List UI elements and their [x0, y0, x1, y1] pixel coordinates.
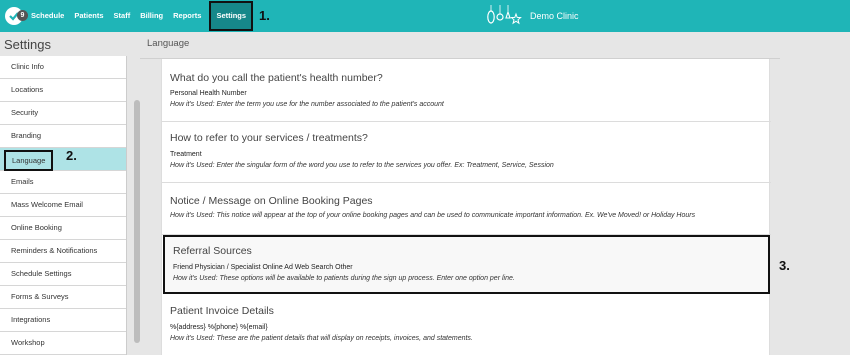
sidebar-title: Settings — [4, 37, 51, 52]
setting-title: What do you call the patient's health nu… — [170, 72, 383, 84]
right-gutter — [780, 59, 850, 355]
setting-help-text: How it's Used: Enter the term you use fo… — [170, 101, 444, 108]
sidebar-item-branding[interactable]: Branding — [0, 125, 126, 148]
sidebar-item-emails[interactable]: Emails — [0, 171, 126, 194]
sidebar-item-workshop[interactable]: Workshop — [0, 332, 126, 355]
sidebar-item-label: Security — [11, 108, 39, 117]
nav-schedule[interactable]: Schedule — [27, 0, 68, 32]
sidebar-item-reminders-notifications[interactable]: Reminders & Notifications — [0, 240, 126, 263]
sidebar-item-label: Language — [4, 150, 54, 171]
sidebar-item-clinic-info[interactable]: Clinic Info — [0, 56, 126, 79]
setting-value[interactable]: Personal Health Number — [170, 90, 247, 97]
setting-booking-notice[interactable]: Notice / Message on Online Booking Pages… — [162, 183, 771, 235]
sidebar-item-label: Integrations — [11, 315, 51, 324]
setting-health-number[interactable]: What do you call the patient's health nu… — [162, 59, 771, 122]
sidebar-item-label: Schedule Settings — [11, 269, 72, 278]
top-navigation-bar: 9 Schedule Patients Staff Billing Report… — [0, 0, 850, 32]
sidebar-item-label: Branding — [11, 131, 42, 140]
sidebar-item-label: Locations — [11, 85, 44, 94]
sidebar-item-label: Mass Welcome Email — [11, 200, 83, 209]
sidebar-item-forms-surveys[interactable]: Forms & Surveys — [0, 286, 126, 309]
setting-value[interactable]: Treatment — [170, 151, 202, 158]
setting-title: Patient Invoice Details — [170, 305, 274, 317]
setting-help-text: How it's Used: These options will be ava… — [173, 275, 515, 282]
setting-title: Referral Sources — [173, 245, 252, 257]
sidebar-item-label: Reminders & Notifications — [11, 246, 98, 255]
annotation-3: 3. — [779, 258, 790, 273]
setting-value[interactable]: %{address} %{phone} %{email} — [170, 324, 268, 331]
sidebar-item-online-booking[interactable]: Online Booking — [0, 217, 126, 240]
language-settings-panel: What do you call the patient's health nu… — [161, 59, 771, 355]
annotation-2: 2. — [66, 148, 77, 163]
annotation-1: 1. — [259, 8, 270, 23]
setting-services-term[interactable]: How to refer to your services / treatmen… — [162, 122, 771, 183]
sidebar-item-language[interactable]: Language — [0, 148, 126, 171]
setting-invoice-details[interactable]: Patient Invoice Details %{address} %{pho… — [162, 295, 771, 355]
settings-sidebar: Clinic Info Locations Security Branding … — [0, 56, 127, 355]
clinic-switcher[interactable]: Demo Clinic — [486, 5, 579, 27]
sidebar-item-label: Forms & Surveys — [11, 292, 69, 301]
setting-title: How to refer to your services / treatmen… — [170, 132, 368, 144]
sidebar-item-integrations[interactable]: Integrations — [0, 309, 126, 332]
sidebar-item-label: Emails — [11, 177, 34, 186]
page-title: Language — [147, 38, 190, 49]
nav-reports[interactable]: Reports — [169, 0, 205, 32]
sidebar-item-label: Workshop — [11, 338, 45, 347]
nav-billing[interactable]: Billing — [136, 0, 167, 32]
sidebar-item-locations[interactable]: Locations — [0, 79, 126, 102]
nav-settings[interactable]: Settings — [209, 1, 254, 31]
sidebar-item-security[interactable]: Security — [0, 102, 126, 125]
app-logo-icon[interactable]: 9 — [5, 7, 28, 25]
setting-help-text: How it's Used: Enter the singular form o… — [170, 162, 554, 169]
sidebar-item-schedule-settings[interactable]: Schedule Settings — [0, 263, 126, 286]
setting-help-text: How it's Used: This notice will appear a… — [170, 212, 696, 219]
sidebar-item-label: Clinic Info — [11, 62, 44, 71]
holiday-ornaments-icon — [487, 5, 522, 25]
sidebar-scrollbar[interactable] — [134, 100, 140, 343]
sidebar-item-mass-welcome-email[interactable]: Mass Welcome Email — [0, 194, 126, 217]
setting-value[interactable]: Friend Physician / Specialist Online Ad … — [173, 264, 353, 271]
sidebar-item-label: Online Booking — [11, 223, 62, 232]
main-nav: Schedule Patients Staff Billing Reports … — [27, 0, 255, 32]
setting-referral-sources[interactable]: Referral Sources Friend Physician / Spec… — [163, 235, 770, 294]
clinic-name: Demo Clinic — [530, 11, 579, 21]
nav-staff[interactable]: Staff — [110, 0, 135, 32]
nav-patients[interactable]: Patients — [70, 0, 107, 32]
setting-title: Notice / Message on Online Booking Pages — [170, 195, 373, 207]
setting-help-text: How it's Used: These are the patient det… — [170, 335, 473, 342]
